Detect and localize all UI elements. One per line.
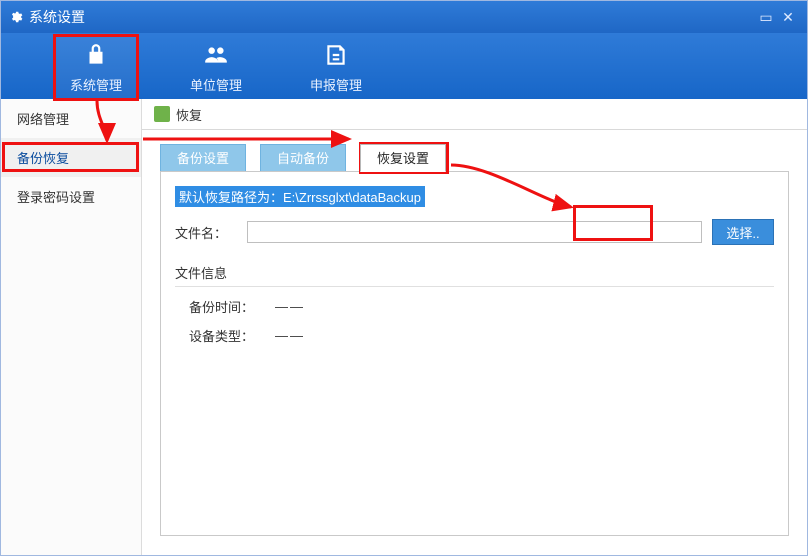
restore-panel: 默认恢复路径为：E:\Zrrssglxt\dataBackup 文件名： 选择.…	[160, 171, 789, 536]
restore-icon	[154, 106, 170, 122]
info-key: 设备类型：	[189, 326, 275, 345]
file-input[interactable]	[247, 221, 702, 243]
lock-icon	[83, 42, 109, 71]
restore-window-icon[interactable]: ▭	[755, 9, 777, 26]
tabs: 备份设置 自动备份 恢复设置	[142, 130, 807, 172]
sidebar-item-backup-restore[interactable]: 备份恢复	[1, 138, 141, 177]
main-toolbar: 系统管理 单位管理 申报管理	[1, 33, 807, 99]
toolbar-system-management[interactable]: 系统管理	[56, 37, 136, 99]
file-info-title: 文件信息	[175, 263, 774, 287]
file-label: 文件名：	[175, 223, 247, 242]
main-panel: 恢复 备份设置 自动备份 恢复设置 默认恢复路径为：E:\Zrrssglxt\d…	[142, 99, 807, 555]
document-edit-icon	[323, 42, 349, 71]
tab-backup-settings[interactable]: 备份设置	[160, 144, 246, 172]
users-icon	[203, 42, 229, 71]
toolbar-label: 系统管理	[70, 75, 122, 94]
breadcrumb: 恢复	[142, 99, 807, 130]
window-title: 系统设置	[29, 7, 85, 27]
sidebar-item-login-password[interactable]: 登录密码设置	[1, 177, 141, 216]
gear-icon	[9, 10, 23, 24]
info-row-backup-time: 备份时间： ——	[175, 297, 774, 316]
info-key: 备份时间：	[189, 297, 275, 316]
breadcrumb-label: 恢复	[176, 105, 202, 124]
default-path-hint: 默认恢复路径为：E:\Zrrssglxt\dataBackup	[175, 186, 425, 207]
toolbar-report-management[interactable]: 申报管理	[296, 37, 376, 99]
content-area: 网络管理 备份恢复 登录密码设置 恢复 备份设置 自动备份 恢复设置 默认恢复路…	[1, 99, 807, 555]
toolbar-label: 申报管理	[310, 75, 362, 94]
tab-restore-settings[interactable]: 恢复设置	[360, 144, 446, 172]
toolbar-unit-management[interactable]: 单位管理	[176, 37, 256, 99]
info-row-device-type: 设备类型： ——	[175, 326, 774, 345]
sidebar-item-network[interactable]: 网络管理	[1, 99, 141, 138]
info-value: ——	[275, 328, 305, 343]
close-icon[interactable]: ✕	[777, 9, 799, 26]
info-value: ——	[275, 299, 305, 314]
choose-button[interactable]: 选择..	[712, 219, 774, 245]
title-bar: 系统设置 ▭ ✕	[1, 1, 807, 33]
toolbar-label: 单位管理	[190, 75, 242, 94]
file-row: 文件名： 选择..	[175, 219, 774, 245]
app-window: 系统设置 ▭ ✕ 系统管理 单位管理 申报管理 网络管理 备份恢复	[0, 0, 808, 556]
tab-auto-backup[interactable]: 自动备份	[260, 144, 346, 172]
sidebar: 网络管理 备份恢复 登录密码设置	[1, 99, 142, 555]
